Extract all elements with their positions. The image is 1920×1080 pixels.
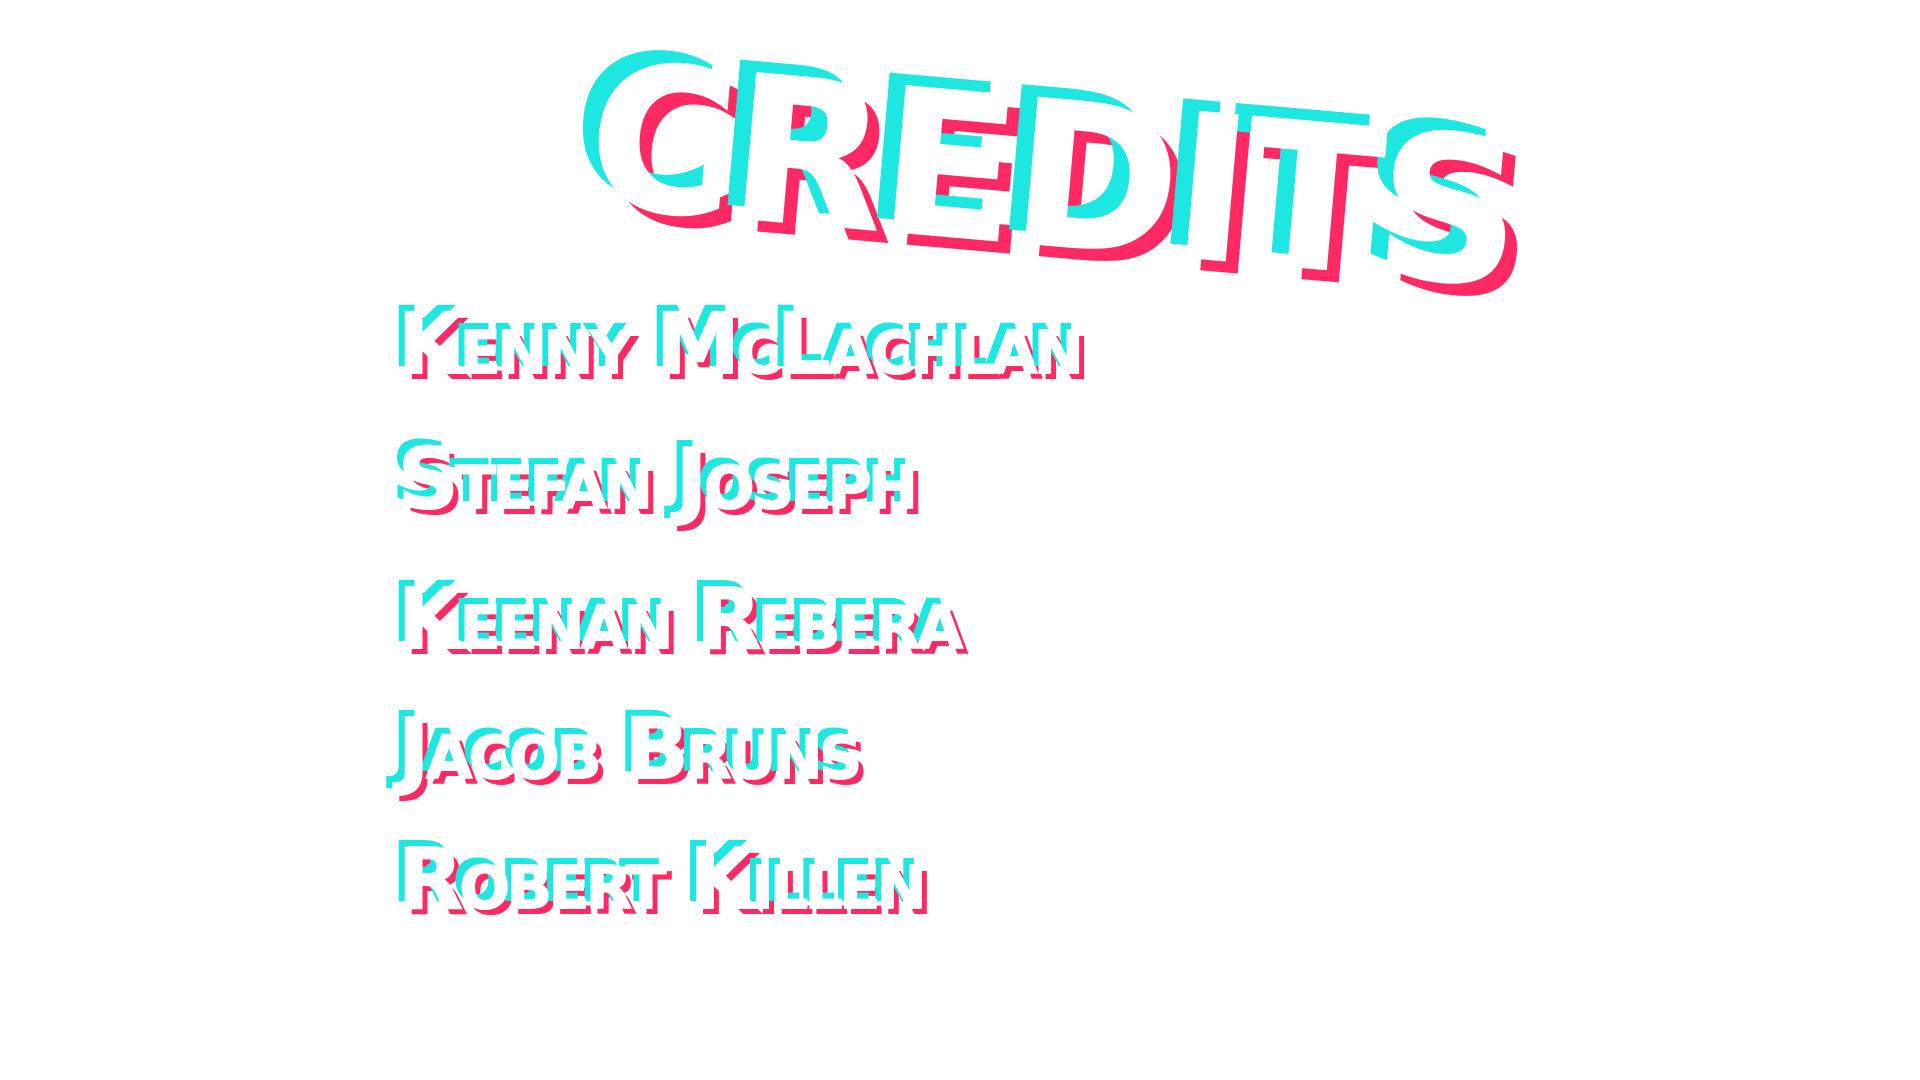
credit-name: Stefan Joseph xyxy=(397,429,919,529)
credits-title: CREDITS xyxy=(579,19,1528,334)
credit-name: Jacob Bruns xyxy=(397,699,863,799)
credit-name: Kenny McLachlan xyxy=(397,294,1085,394)
credit-name: Keenan Rebera xyxy=(397,569,964,669)
credit-name: Robert Killen xyxy=(397,829,927,929)
credits-screen: CREDITS Kenny McLachlan Stefan Joseph Ke… xyxy=(0,0,1920,1080)
